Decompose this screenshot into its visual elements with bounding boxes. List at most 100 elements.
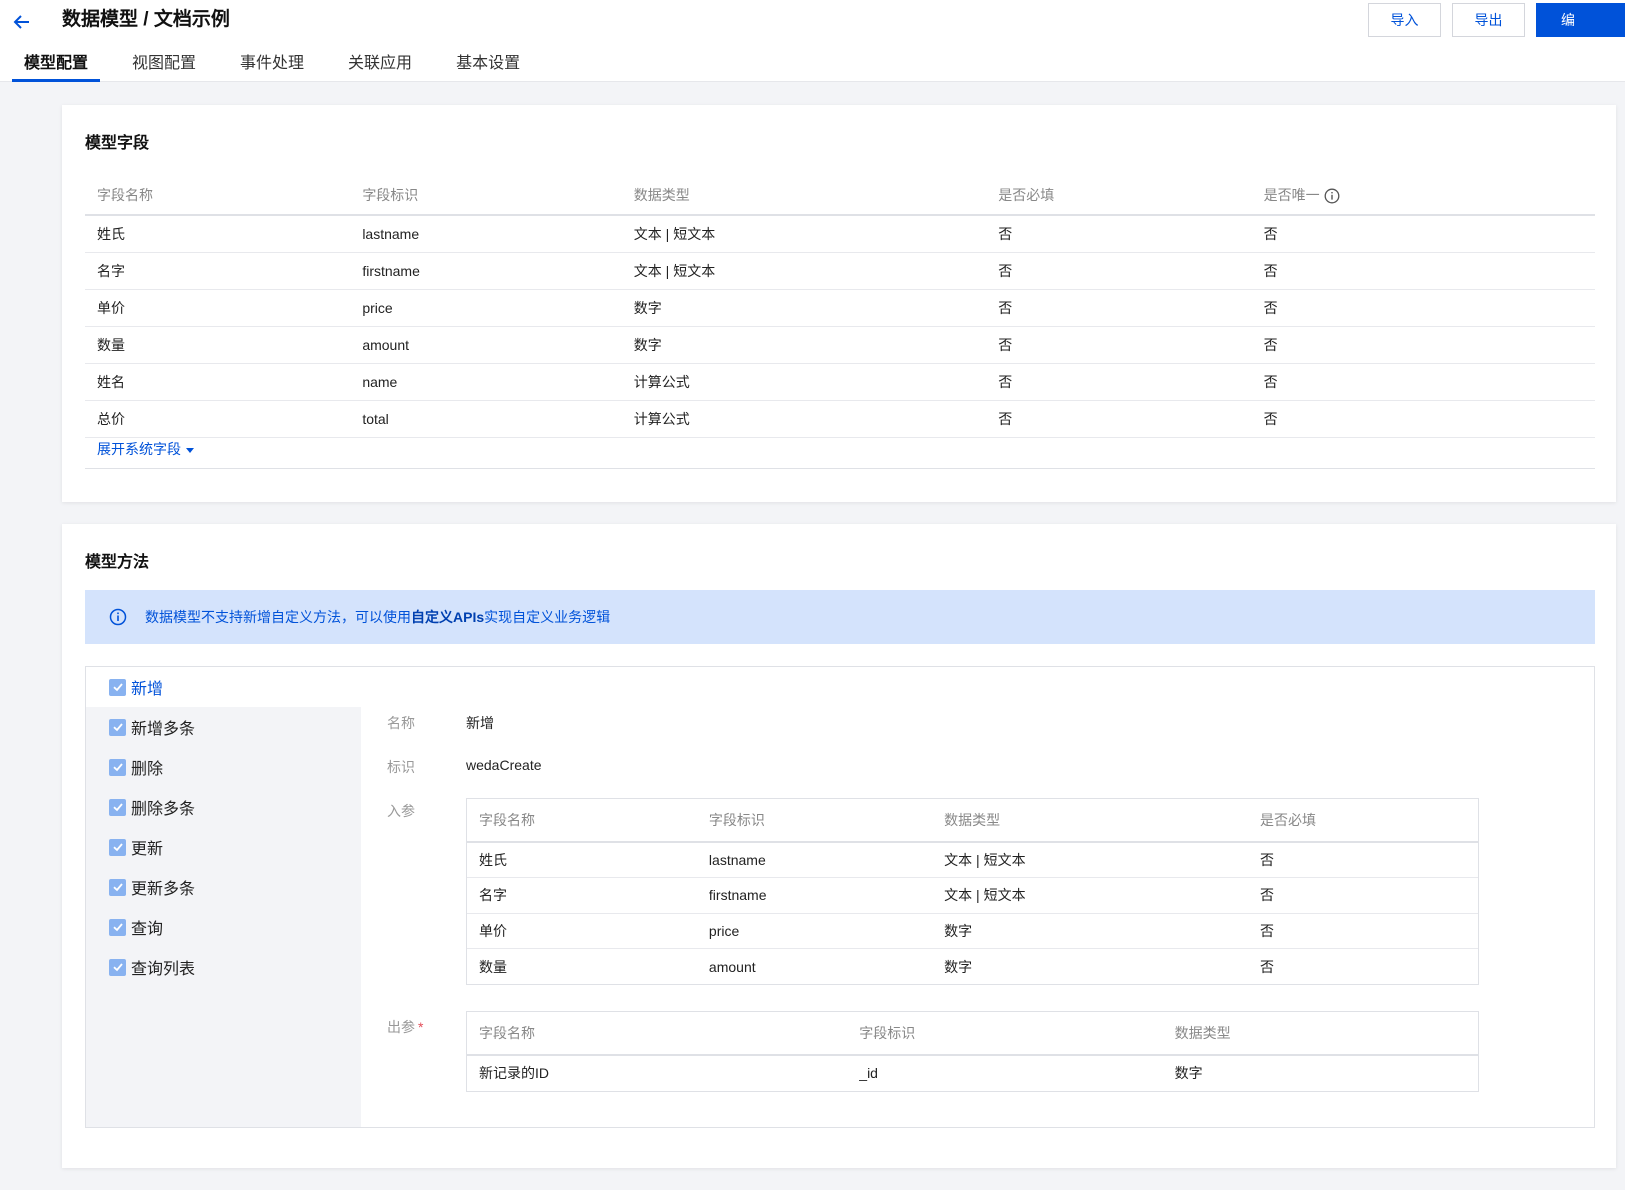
column-header-label: 字段名称 (97, 186, 153, 203)
table-cell: 否 (1260, 958, 1275, 975)
table-cell: firstname (350, 252, 622, 290)
table-cell: 文本 | 短文本 (621, 215, 987, 253)
column-header: 字段标识 (350, 175, 622, 216)
table-cell: 否 (1248, 842, 1478, 878)
edit-button[interactable]: 编 (1536, 3, 1625, 37)
expand-system-fields-link[interactable]: 展开系统字段 (85, 431, 1595, 469)
method-label: 删除 (131, 761, 164, 778)
tab-1[interactable]: 视图配置 (120, 50, 208, 82)
table-cell: firstname (696, 877, 933, 914)
column-header: 字段名称 (467, 1012, 848, 1056)
method-detail: 名称 新增 标识 wedaCreate 入参 字段名称 字段标识 数据类型 是否必填 … (361, 667, 1594, 1127)
table-cell: 数字 (1174, 1065, 1203, 1082)
tab-3[interactable]: 关联应用 (336, 50, 424, 82)
method-checkbox[interactable] (109, 838, 126, 856)
check-icon (112, 683, 123, 692)
table-cell: 否 (1251, 363, 1595, 401)
table-cell: 姓氏 (85, 215, 351, 253)
method-item[interactable]: 更新多条 (109, 876, 195, 898)
column-header: 数据类型 (621, 175, 987, 216)
table-cell: _id (859, 1065, 878, 1082)
info-circle-icon[interactable] (1324, 188, 1340, 204)
table-row: 单价 price 数字否否 (85, 289, 1595, 327)
column-header-label: 是否必填 (1260, 812, 1317, 828)
table-cell: price (696, 913, 933, 949)
method-checkbox[interactable] (109, 878, 126, 896)
table-cell: 数量 (479, 958, 507, 975)
method-checkbox[interactable] (109, 918, 126, 936)
check-icon (112, 723, 123, 732)
tab-4[interactable]: 基本设置 (444, 50, 532, 82)
notice-text: 数据模型不支持新增自定义方法，可以使用 (145, 609, 411, 625)
method-label: 更新 (131, 841, 164, 858)
method-label: 新增多条 (131, 721, 196, 738)
name-value: 新增 (466, 715, 494, 731)
column-header-label: 数据类型 (1174, 1025, 1231, 1041)
check-icon (112, 963, 123, 972)
method-label: 查询 (131, 921, 164, 938)
column-header: 是否必填 (986, 175, 1252, 216)
method-checkbox[interactable] (109, 678, 126, 696)
notice-text-suffix: 实现自定义业务逻辑 (484, 609, 611, 625)
method-item[interactable]: 新增 (109, 676, 163, 698)
column-header: 字段标识 (847, 1012, 1163, 1056)
tab-0[interactable]: 模型配置 (12, 50, 101, 82)
table-row: 名字 firstname 文本 | 短文本否 (467, 877, 1478, 914)
import-button[interactable]: 导入 (1368, 3, 1441, 37)
output-params-table: 字段名称 字段标识 数据类型 新记录的ID _id 数字 (466, 1011, 1479, 1092)
table-cell: price (350, 289, 622, 327)
method-label: 查询列表 (131, 961, 196, 978)
method-item[interactable]: 新增多条 (109, 716, 195, 738)
table-cell: 否 (1251, 252, 1595, 290)
export-button[interactable]: 导出 (1452, 3, 1525, 37)
method-checkbox[interactable] (109, 718, 126, 736)
method-label: 删除多条 (131, 801, 196, 818)
table-cell: amount (708, 958, 756, 975)
model-fields-table: 字段名称 字段标识 数据类型 是否必填 是否唯一 姓氏 lastname 文本 | 短文本否… (85, 175, 1595, 438)
check-icon (112, 763, 123, 772)
method-item[interactable]: 删除 (109, 756, 163, 778)
custom-apis-link[interactable]: 自定义APIs (411, 607, 484, 627)
method-item[interactable]: 查询 (109, 916, 163, 938)
table-cell: 单价 (85, 289, 351, 327)
column-header-label: 字段标识 (859, 1025, 916, 1041)
method-checkbox[interactable] (109, 958, 126, 976)
check-icon (112, 883, 123, 892)
column-header: 字段名称 (85, 175, 351, 216)
name-label: 名称 (387, 715, 415, 731)
method-checkbox[interactable] (109, 798, 126, 816)
table-cell: name (350, 363, 622, 401)
column-header-label: 数据类型 (633, 186, 690, 203)
method-item[interactable]: 删除多条 (109, 796, 195, 818)
method-item[interactable]: 更新 (109, 836, 163, 858)
column-header-label: 是否必填 (998, 186, 1055, 203)
table-row: 姓氏 lastname 文本 | 短文本否否 (85, 215, 1595, 253)
table-cell: 否 (986, 215, 1252, 253)
table-cell: 单价 (467, 913, 697, 949)
column-header: 是否必填 (1248, 799, 1478, 843)
table-row: 数量 amount 数字否否 (85, 326, 1595, 364)
table-cell: 文本 | 短文本 (932, 842, 1249, 878)
table-row: 数量 amount 数字 否 (467, 949, 1478, 985)
input-params-table: 字段名称 字段标识 数据类型 是否必填 姓氏 lastname 文本 | 短文本否名字 fi… (466, 798, 1479, 985)
table-row: 新记录的ID _id 数字 (467, 1055, 1478, 1091)
output-params-label: 出参 * (387, 1017, 423, 1037)
page-title: 数据模型 / 文档示例 (62, 9, 230, 30)
column-header: 数据类型 (932, 799, 1249, 843)
arrow-left-icon (13, 15, 29, 29)
table-cell: 否 (986, 252, 1252, 290)
back-button[interactable] (10, 10, 34, 34)
method-checkbox[interactable] (109, 758, 126, 776)
table-cell: 数量 (85, 326, 351, 364)
method-item[interactable]: 查询列表 (109, 956, 195, 978)
table-row: 单价 price 数字否 (467, 913, 1478, 949)
column-header: 字段名称 (467, 799, 697, 843)
table-cell: 否 (986, 326, 1252, 364)
table-cell: 数字 (944, 958, 973, 975)
caret-down-icon (186, 447, 194, 453)
table-cell: 文本 | 短文本 (621, 252, 987, 290)
model-methods-title: 模型方法 (85, 554, 150, 571)
column-header-label: 字段标识 (708, 812, 765, 828)
tab-2[interactable]: 事件处理 (228, 50, 316, 82)
table-cell: amount (350, 326, 622, 364)
